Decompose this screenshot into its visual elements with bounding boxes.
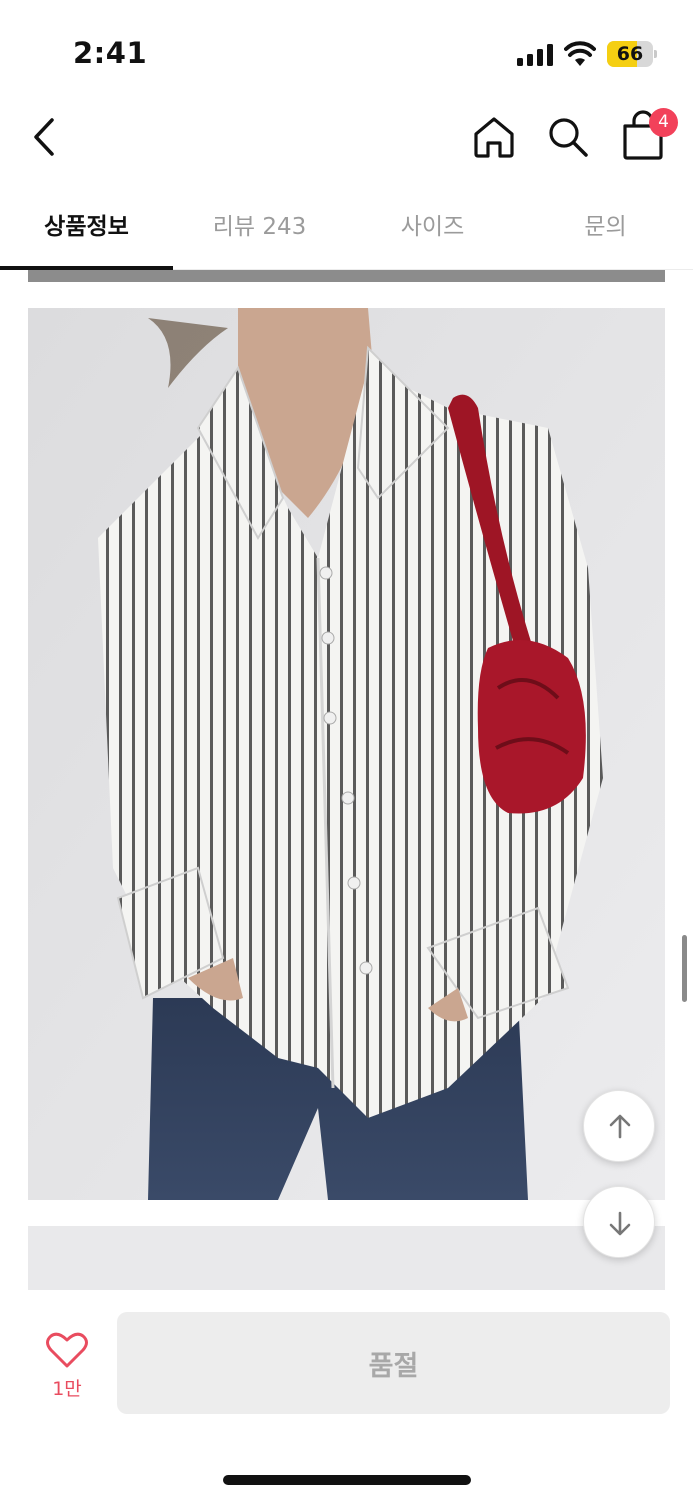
scrollbar[interactable] xyxy=(682,935,687,1002)
soldout-button[interactable]: 품절 xyxy=(117,1312,670,1414)
arrow-down-icon xyxy=(609,1211,631,1236)
tab-inquiry[interactable]: 문의 xyxy=(519,190,692,268)
status-time: 2:41 xyxy=(73,36,148,70)
like-count: 1만 xyxy=(52,1378,82,1400)
chevron-left-icon[interactable] xyxy=(26,114,66,160)
scroll-to-bottom-button[interactable] xyxy=(583,1186,655,1258)
battery-level: 66 xyxy=(616,43,644,65)
product-tabs: 상품정보 리뷰 243 사이즈 문의 xyxy=(0,190,693,270)
product-photo-illustration xyxy=(28,308,665,1200)
wifi-icon xyxy=(564,41,596,66)
like-button[interactable]: 1만 xyxy=(36,1330,98,1404)
battery-indicator: 66 xyxy=(607,41,657,67)
arrow-up-icon xyxy=(609,1114,631,1139)
search-icon[interactable] xyxy=(545,114,591,160)
status-bar: 2:41 66 xyxy=(0,0,693,100)
tab-reviews[interactable]: 리뷰 243 xyxy=(173,190,346,268)
product-photo xyxy=(28,308,665,1200)
home-icon[interactable] xyxy=(471,114,517,160)
cellular-signal-icon xyxy=(517,44,553,66)
cart-count-badge: 4 xyxy=(649,108,678,137)
tab-size[interactable]: 사이즈 xyxy=(346,190,519,268)
heart-icon xyxy=(46,1332,88,1368)
previous-image-edge xyxy=(28,270,665,282)
tab-product-info[interactable]: 상품정보 xyxy=(0,190,173,270)
top-nav xyxy=(0,100,693,180)
home-indicator[interactable] xyxy=(223,1475,471,1485)
scroll-to-top-button[interactable] xyxy=(583,1090,655,1162)
next-image-edge xyxy=(28,1226,665,1290)
